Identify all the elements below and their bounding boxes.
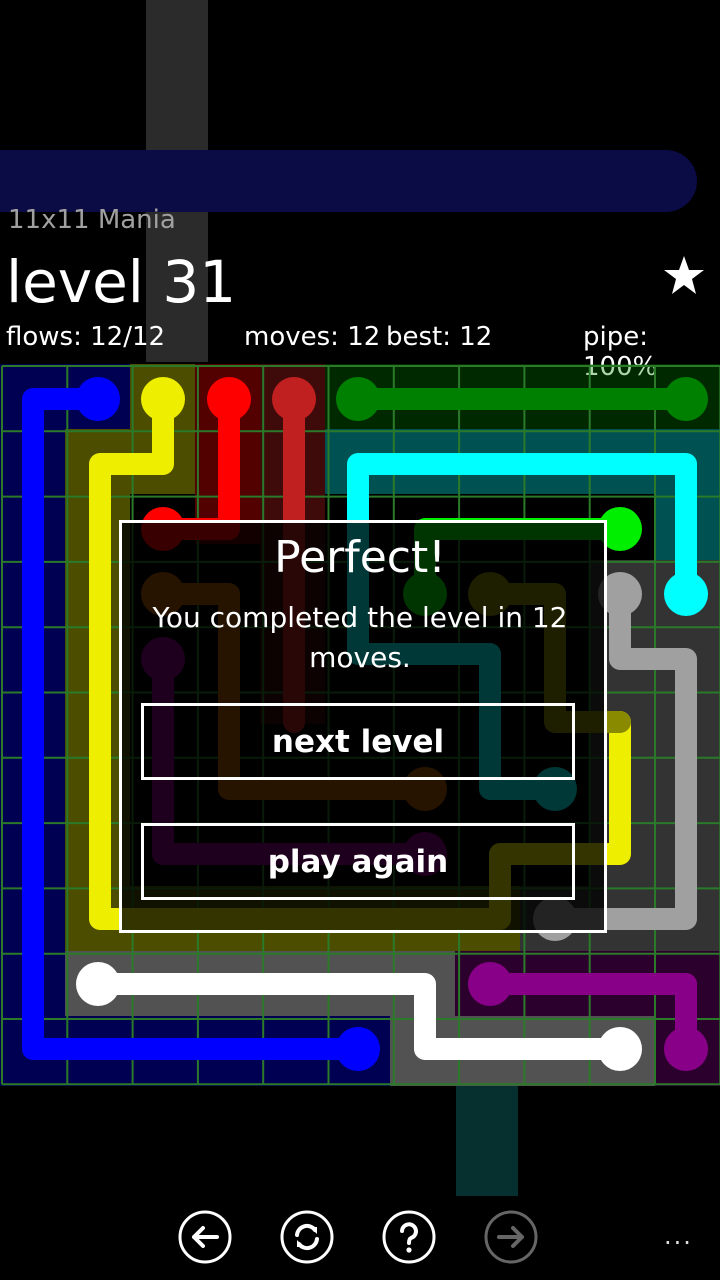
back-arrow-icon[interactable] xyxy=(178,1210,232,1264)
red-dot xyxy=(207,377,251,421)
highlight-column-bottom xyxy=(456,1086,518,1196)
moves-count: moves: 12 xyxy=(244,322,381,352)
purple-dot xyxy=(468,962,512,1006)
green-dot xyxy=(336,377,380,421)
more-menu-button[interactable]: ... xyxy=(664,1222,693,1250)
blue-dot xyxy=(336,1027,380,1071)
play-again-button[interactable]: play again xyxy=(141,823,575,900)
dialog-message: You completed the level in 12 moves. xyxy=(152,601,568,674)
white-dot xyxy=(76,962,120,1006)
highlight-row xyxy=(0,150,697,212)
next-level-button[interactable]: next level xyxy=(141,703,575,780)
refresh-icon[interactable] xyxy=(280,1210,334,1264)
purple-dot xyxy=(664,1027,708,1071)
dialog-title: Perfect! xyxy=(274,532,446,583)
blue-dot xyxy=(76,377,120,421)
forward-arrow-icon xyxy=(484,1210,538,1264)
flows-count: flows: 12/12 xyxy=(6,322,166,352)
star-icon[interactable] xyxy=(662,254,706,298)
best-count: best: 12 xyxy=(386,322,493,352)
yellow-dot xyxy=(141,377,185,421)
white-dot xyxy=(598,1027,642,1071)
help-icon[interactable] xyxy=(382,1210,436,1264)
green-dot xyxy=(664,377,708,421)
level-title: level 31 xyxy=(6,248,237,316)
darkred-dot xyxy=(272,377,316,421)
pack-name: 11x11 Mania xyxy=(8,205,176,235)
